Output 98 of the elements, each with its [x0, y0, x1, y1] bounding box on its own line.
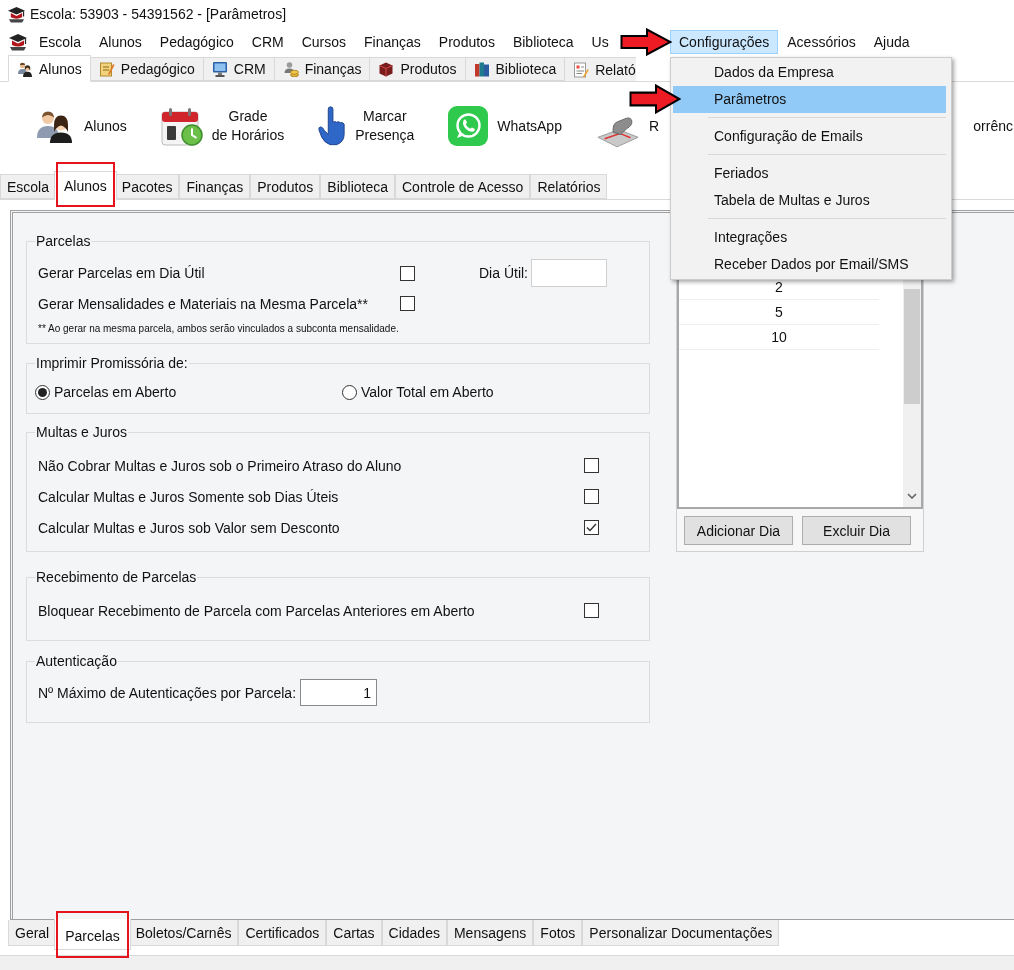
- list-row[interactable]: 5: [679, 300, 879, 325]
- ribbon-button[interactable]: Grade de Horários: [160, 106, 285, 146]
- number-field[interactable]: 1: [300, 679, 377, 706]
- check-icon: [586, 523, 597, 532]
- module-tab[interactable]: Relató: [565, 57, 636, 81]
- ribbon-button[interactable]: WhatsApp: [448, 106, 562, 146]
- menu-option[interactable]: Receber Dados por Email/SMS: [673, 250, 946, 278]
- ribbon-button[interactable]: Marcar Presença: [318, 106, 415, 146]
- menu-option[interactable]: Dados da Empresa: [673, 58, 946, 86]
- checkbox[interactable]: [584, 603, 599, 618]
- checkbox-label: Gerar Parcelas em Dia Útil: [38, 264, 205, 282]
- radio-button[interactable]: [35, 384, 50, 400]
- section-tab[interactable]: Controle de Acesso: [395, 174, 531, 199]
- stamp-icon: [595, 116, 640, 148]
- radio-option[interactable]: Parcelas em Aberto: [35, 383, 177, 401]
- page-tab[interactable]: Boletos/Carnês: [128, 920, 239, 946]
- module-tab[interactable]: Alunos: [8, 55, 91, 82]
- graduation-cap-icon: [8, 32, 28, 51]
- menu-item[interactable]: CRM: [242, 29, 293, 54]
- menu-item[interactable]: Pedagógico: [150, 29, 243, 54]
- chevron-down-icon[interactable]: [907, 493, 917, 499]
- menu-option[interactable]: Parâmetros: [673, 85, 946, 113]
- menu-option[interactable]: Configuração de Emails: [673, 122, 946, 150]
- checkbox-label: Bloquear Recebimento de Parcela com Parcelas Anteriores em Aberto: [38, 601, 475, 620]
- page-tab[interactable]: Parcelas: [54, 919, 131, 950]
- notebook-icon: [98, 61, 115, 77]
- section-tab[interactable]: Produtos: [250, 174, 321, 199]
- group-title: Multas e Juros: [35, 424, 129, 440]
- checkbox-label: Calcular Multas e Juros Somente sob Dias Úteis: [38, 487, 339, 506]
- page-tab[interactable]: Fotos: [533, 920, 583, 946]
- section-tab[interactable]: Pacotes: [114, 174, 180, 199]
- module-tab[interactable]: Biblioteca: [465, 57, 566, 81]
- box-icon: [378, 61, 395, 77]
- monitor-icon: [211, 61, 228, 77]
- checkbox[interactable]: [400, 296, 415, 311]
- document-icon: [573, 61, 590, 78]
- menu-item[interactable]: Us: [582, 29, 618, 54]
- section-tab[interactable]: Escola: [0, 174, 57, 199]
- scrollbar-thumb[interactable]: [904, 289, 920, 404]
- checkbox-label: Calcular Multas e Juros sob Valor sem Desconto: [38, 518, 340, 537]
- field-label: Dia Útil:: [479, 264, 528, 282]
- menu-option[interactable]: Integrações: [673, 223, 946, 251]
- module-tab[interactable]: Pedagógico: [90, 57, 204, 81]
- page-tab[interactable]: Certificados: [238, 920, 327, 946]
- page-tab[interactable]: Mensagens: [446, 920, 534, 946]
- menu-item[interactable]: Cursos: [292, 29, 356, 54]
- group-title: Imprimir Promissória de:: [35, 355, 189, 371]
- books-icon: [473, 61, 490, 77]
- person-coins-icon: [282, 61, 299, 77]
- module-tab[interactable]: CRM: [203, 57, 275, 81]
- input-field[interactable]: [531, 259, 607, 287]
- window-title: Escola: 53903 - 54391562 - [Parâmetros]: [30, 5, 287, 23]
- menu-item[interactable]: Biblioteca: [503, 29, 583, 54]
- menu-item[interactable]: Escola: [30, 29, 91, 54]
- module-tab[interactable]: Produtos: [370, 57, 466, 81]
- menu-option[interactable]: Tabela de Multas e Juros: [673, 186, 946, 214]
- list-row[interactable]: 10: [679, 325, 879, 350]
- field-label: Nº Máximo de Autenticações por Parcela:: [38, 683, 296, 702]
- calendar-clock-icon: [160, 106, 203, 146]
- checkbox[interactable]: [584, 458, 599, 473]
- menu-item[interactable]: Acessórios: [778, 29, 865, 54]
- people-icon: [35, 109, 75, 143]
- phone-speech-bubble-icon: [448, 106, 489, 146]
- group-title: Recebimento de Parcelas: [35, 569, 198, 585]
- menu-option[interactable]: Feriados: [673, 159, 946, 187]
- page-tab[interactable]: Cidades: [381, 920, 447, 946]
- menu-item[interactable]: Configurações: [670, 29, 779, 54]
- graduation-cap-icon: [7, 5, 26, 23]
- list-row[interactable]: 2: [679, 275, 879, 300]
- page-tab[interactable]: Geral: [8, 920, 57, 946]
- section-tab[interactable]: Biblioteca: [320, 174, 395, 199]
- menu-item[interactable]: Produtos: [429, 29, 504, 54]
- menu-item[interactable]: Alunos: [90, 29, 151, 54]
- ribbon-button[interactable]: orrênc: [973, 116, 1013, 136]
- ribbon-button[interactable]: R: [595, 104, 660, 148]
- checkbox-label: Gerar Mensalidades e Materiais na Mesma Parcela**: [38, 294, 368, 313]
- action-button[interactable]: Adicionar Dia: [684, 516, 793, 545]
- page-tab[interactable]: Personalizar Documentações: [582, 920, 780, 946]
- checkbox[interactable]: [584, 520, 599, 535]
- group-title: Parcelas: [35, 233, 92, 249]
- menu-item[interactable]: Finanças: [355, 29, 430, 54]
- pointing-hand-icon: [318, 106, 347, 146]
- checkbox[interactable]: [584, 489, 599, 504]
- group-title: Autenticação: [35, 653, 118, 669]
- action-button[interactable]: Excluir Dia: [802, 516, 911, 545]
- people-icon: [17, 60, 33, 77]
- menu-item[interactable]: Ajuda: [864, 29, 919, 54]
- module-tab[interactable]: Finanças: [274, 57, 371, 81]
- footnote: ** Ao gerar na mesma parcela, ambos serão vinculados a subconta mensalidade.: [38, 321, 399, 335]
- checkbox-label: Não Cobrar Multas e Juros sob o Primeiro Atraso do Aluno: [38, 456, 402, 475]
- radio-option[interactable]: Valor Total em Aberto: [342, 383, 494, 401]
- section-tab[interactable]: Alunos: [54, 171, 117, 200]
- checkbox[interactable]: [400, 265, 415, 281]
- radio-button[interactable]: [342, 384, 357, 400]
- page-tab[interactable]: Cartas: [326, 920, 382, 946]
- ribbon-button[interactable]: Alunos: [35, 109, 127, 143]
- section-tab[interactable]: Finanças: [179, 174, 251, 199]
- section-tab[interactable]: Relatórios: [530, 174, 608, 199]
